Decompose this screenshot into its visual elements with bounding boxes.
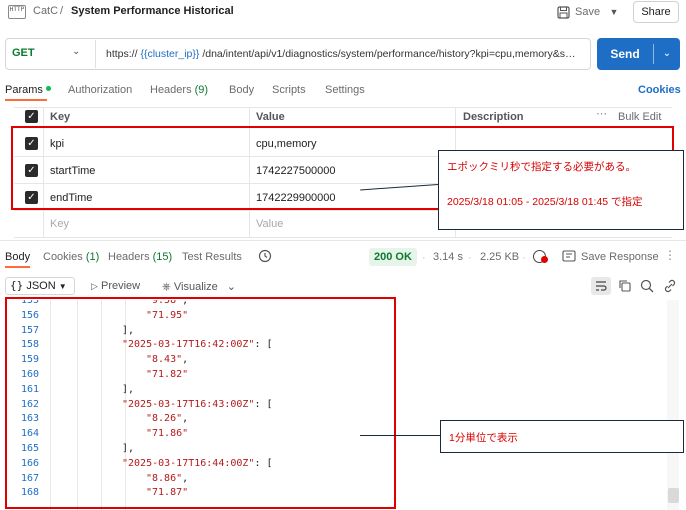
- http-icon: HTTP: [8, 5, 26, 19]
- annotation-callout-epoch: エポックミリ秒で指定する必要がある。 2025/3/18 01:05 - 202…: [438, 150, 684, 230]
- method-select[interactable]: GET: [12, 47, 35, 59]
- status-badge[interactable]: 200 OK: [369, 248, 417, 266]
- divider: [14, 237, 672, 238]
- new-param-key-input[interactable]: Key: [50, 218, 69, 230]
- annotation-text: エポックミリ秒で指定する必要がある。: [447, 161, 636, 173]
- annotation-pointer: [360, 435, 440, 436]
- active-tab-indicator: [5, 99, 47, 101]
- divider: [653, 44, 654, 64]
- params-table-header: [14, 107, 672, 127]
- tab-response-body[interactable]: Body: [5, 251, 30, 263]
- response-time[interactable]: 3.14 s: [433, 251, 463, 263]
- network-error-icon: [541, 256, 548, 263]
- tab-authorization[interactable]: Authorization: [68, 84, 132, 96]
- save-response-button[interactable]: Save Response: [581, 251, 659, 263]
- tab-headers-count: (9): [194, 84, 209, 96]
- visualize-button[interactable]: ⎈ Visualize ⌄: [162, 280, 236, 294]
- save-icon: [557, 5, 570, 19]
- separator-dot: ·: [468, 252, 472, 264]
- separator-dot: ·: [522, 252, 526, 264]
- format-select[interactable]: {} JSON ▼: [5, 277, 75, 295]
- column-value: Value: [256, 111, 285, 123]
- select-all-checkbox[interactable]: ✓: [25, 110, 38, 123]
- url-path: /dna/intent/api/v1/diagnostics/system/pe…: [199, 48, 576, 60]
- tab-response-cookies[interactable]: Cookies (1): [43, 251, 99, 263]
- breadcrumb-separator: /: [60, 5, 64, 17]
- chevron-down-icon[interactable]: ⌄: [72, 46, 80, 57]
- copy-icon[interactable]: [617, 278, 633, 294]
- url-variable: {{cluster_ip}}: [140, 48, 200, 60]
- scrollbar-track[interactable]: [667, 300, 679, 510]
- annotation-callout-unit: 1分単位で表示: [440, 420, 684, 453]
- response-size[interactable]: 2.25 KB: [480, 251, 519, 263]
- send-button-group: Send ⌄: [597, 38, 680, 70]
- visualize-label: Visualize: [173, 281, 218, 293]
- preview-label: Preview: [100, 280, 141, 292]
- tab-headers-label: Headers: [108, 251, 150, 263]
- save-label: Save: [575, 6, 601, 18]
- wrap-icon: [596, 281, 607, 291]
- scrollbar-thumb[interactable]: [668, 488, 679, 503]
- chevron-down-icon: ▼: [58, 282, 67, 291]
- tab-scripts[interactable]: Scripts: [272, 84, 306, 96]
- annotation-text: 1分単位で表示: [449, 432, 518, 444]
- chevron-down-icon: ⌄: [226, 281, 236, 293]
- tab-response-headers[interactable]: Headers (15): [108, 251, 172, 263]
- tab-cookies-label: Cookies: [43, 251, 83, 263]
- chevron-down-icon[interactable]: ▼: [605, 4, 623, 20]
- column-key: Key: [50, 111, 71, 123]
- tab-headers[interactable]: Headers (9): [150, 84, 208, 96]
- share-button[interactable]: Share: [633, 1, 679, 23]
- tab-test-results[interactable]: Test Results: [182, 251, 242, 263]
- separator-dot: ·: [422, 252, 426, 264]
- cookies-link[interactable]: Cookies: [638, 84, 681, 96]
- active-tab-indicator: [5, 266, 30, 268]
- tab-headers-count: (15): [152, 251, 173, 263]
- preview-button[interactable]: ▷ Preview: [91, 280, 140, 292]
- tab-settings[interactable]: Settings: [325, 84, 365, 96]
- save-button[interactable]: Save: [557, 2, 600, 22]
- url-prefix: https://: [106, 48, 141, 60]
- chevron-down-icon[interactable]: ⌄: [657, 38, 677, 70]
- annotation-text: 2025/3/18 01:05 - 2025/3/18 01:45 で指定: [447, 196, 643, 208]
- save-response-icon: [562, 250, 576, 265]
- link-icon[interactable]: [662, 278, 678, 294]
- tab-cookies-count: (1): [85, 251, 100, 263]
- breadcrumb-collection[interactable]: CatC: [33, 5, 58, 17]
- status-dot: [45, 86, 51, 91]
- send-button[interactable]: Send: [597, 38, 653, 70]
- search-icon[interactable]: [639, 278, 655, 294]
- tab-params-label: Params: [5, 84, 43, 96]
- visualize-icon: ⎈: [162, 281, 171, 293]
- tab-headers-label: Headers: [150, 84, 192, 96]
- divider: [0, 240, 686, 241]
- more-icon[interactable]: ⋮: [664, 248, 676, 262]
- format-label: JSON: [26, 280, 56, 292]
- bulk-edit-button[interactable]: Bulk Edit: [618, 111, 661, 123]
- divider: [95, 40, 96, 68]
- annotation-box-response: [5, 297, 396, 509]
- wrap-lines-button[interactable]: [591, 277, 611, 295]
- more-icon[interactable]: ⋯: [596, 107, 607, 120]
- history-icon[interactable]: [258, 249, 272, 266]
- braces-icon: {}: [10, 279, 24, 292]
- play-icon: ▷: [91, 281, 98, 291]
- column-description: Description: [463, 111, 524, 123]
- tab-body[interactable]: Body: [229, 84, 254, 96]
- new-param-value-input[interactable]: Value: [256, 218, 283, 230]
- tab-params[interactable]: Params: [5, 84, 51, 96]
- page-title[interactable]: System Performance Historical: [71, 5, 234, 17]
- url-input[interactable]: https:// {{cluster_ip}} /dna/intent/api/…: [106, 48, 584, 60]
